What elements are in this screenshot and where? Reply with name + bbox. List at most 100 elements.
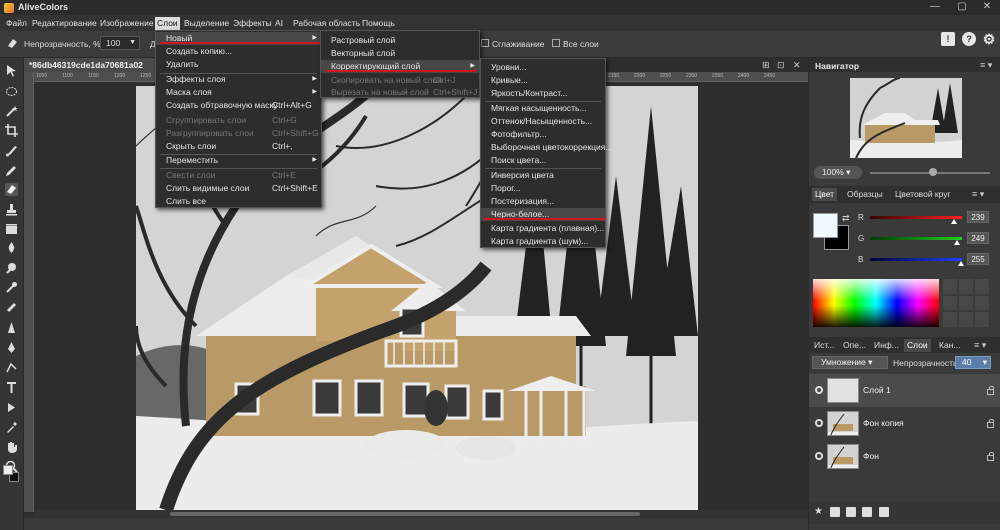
color-spectrum[interactable] bbox=[813, 279, 939, 327]
navigator-thumbnail[interactable] bbox=[850, 78, 962, 158]
blend-mode-select[interactable]: Умножение ▾ bbox=[812, 356, 888, 369]
menu-item-vibrance[interactable]: Мягкая насыщенность... bbox=[481, 102, 605, 115]
scrollbar-thumb[interactable] bbox=[170, 512, 640, 516]
channel-g-slider[interactable] bbox=[870, 237, 962, 240]
menu-select[interactable]: Выделение bbox=[182, 17, 231, 30]
magic-wand-icon[interactable] bbox=[5, 105, 18, 118]
swap-colors-icon[interactable]: ⇄ bbox=[842, 213, 850, 224]
menu-item-posterize[interactable]: Постеризация... bbox=[481, 195, 605, 208]
move-tool-icon[interactable] bbox=[5, 64, 18, 77]
tab-swatches[interactable]: Образцы bbox=[844, 188, 886, 201]
sharpen-icon[interactable] bbox=[5, 321, 18, 334]
panel-menu-icon[interactable]: ≡ ▾ bbox=[980, 60, 992, 71]
menu-item-levels[interactable]: Уровни... bbox=[481, 61, 605, 74]
eyedropper-icon[interactable] bbox=[5, 421, 18, 434]
effects-star-icon[interactable]: ★ bbox=[814, 507, 824, 517]
menu-item-move[interactable]: Переместить ▶ bbox=[156, 154, 321, 167]
menu-workspace[interactable]: Рабочая область bbox=[291, 17, 362, 30]
recent-colors-grid[interactable] bbox=[943, 279, 989, 327]
channel-b-handle[interactable] bbox=[958, 261, 964, 266]
smoothing-checkbox[interactable] bbox=[481, 39, 489, 47]
shape-icon[interactable] bbox=[5, 401, 18, 414]
menu-ai[interactable]: AI bbox=[273, 17, 285, 30]
pen-icon[interactable] bbox=[5, 341, 18, 354]
channel-b-slider[interactable] bbox=[870, 258, 962, 261]
visibility-eye-icon[interactable] bbox=[815, 452, 823, 460]
folder-icon[interactable] bbox=[846, 507, 856, 517]
help-icon[interactable]: ? bbox=[962, 32, 976, 46]
tab-operations[interactable]: Опе... bbox=[840, 339, 869, 352]
menu-item-merge-visible[interactable]: Слить видимые слои Ctrl+Shift+E bbox=[156, 182, 321, 195]
lock-icon[interactable] bbox=[987, 419, 994, 428]
lock-icon[interactable] bbox=[987, 452, 994, 461]
menu-item-hue-saturation[interactable]: Оттенок/Насыщенность... bbox=[481, 115, 605, 128]
channel-r-handle[interactable] bbox=[951, 219, 957, 224]
channel-r-slider[interactable] bbox=[870, 216, 962, 219]
close-button[interactable]: ✕ bbox=[974, 0, 1000, 15]
channel-g-value[interactable]: 249 bbox=[967, 232, 989, 244]
layer-row[interactable]: Фон bbox=[809, 440, 1000, 473]
menu-item-brightness-contrast[interactable]: Яркость/Контраст... bbox=[481, 87, 605, 100]
stamp-icon[interactable] bbox=[5, 203, 18, 216]
menu-item-merge-all[interactable]: Слить все bbox=[156, 195, 321, 208]
menu-item-photo-filter[interactable]: Фотофильтр... bbox=[481, 128, 605, 141]
foreground-color-swatch[interactable] bbox=[3, 465, 13, 475]
tab-layers[interactable]: Слои bbox=[904, 339, 931, 352]
crop-icon[interactable] bbox=[5, 124, 18, 137]
smudge-icon[interactable] bbox=[5, 261, 18, 274]
menu-item-layer-mask[interactable]: Маска слоя ▶ bbox=[156, 86, 321, 99]
channel-r-value[interactable]: 239 bbox=[967, 211, 989, 223]
mask-icon[interactable] bbox=[830, 507, 840, 517]
menu-item-gradient-map-smooth[interactable]: Карта градиента (плавная)... bbox=[481, 222, 605, 235]
hand-icon[interactable] bbox=[5, 440, 18, 453]
tab-channels[interactable]: Кан... bbox=[936, 339, 963, 352]
pencil-icon[interactable] bbox=[5, 164, 18, 177]
drop-icon[interactable] bbox=[5, 241, 18, 254]
channel-b-value[interactable]: 255 bbox=[967, 253, 989, 265]
dodge-icon[interactable] bbox=[5, 281, 18, 294]
tab-info[interactable]: Инф... bbox=[871, 339, 902, 352]
menu-item-layer-effects[interactable]: Эффекты слоя ▶ bbox=[156, 73, 321, 86]
tile-view-icon[interactable]: ⊞ bbox=[762, 60, 770, 71]
menu-item-vector-layer[interactable]: Векторный слой bbox=[321, 47, 479, 60]
opacity-input[interactable]: 100 ▼ bbox=[100, 36, 140, 50]
new-layer-icon[interactable] bbox=[862, 507, 872, 517]
eraser-icon[interactable] bbox=[5, 183, 18, 196]
visibility-eye-icon[interactable] bbox=[815, 419, 823, 427]
fill-icon[interactable] bbox=[5, 223, 18, 236]
panel-menu-icon[interactable]: ≡ ▾ bbox=[972, 189, 984, 200]
all-layers-checkbox[interactable] bbox=[552, 39, 560, 47]
ellipse-select-icon[interactable] bbox=[5, 85, 18, 98]
menu-help[interactable]: Помощь bbox=[360, 17, 397, 30]
tab-color[interactable]: Цвет bbox=[812, 188, 838, 201]
brush-icon[interactable] bbox=[5, 144, 18, 157]
layer-opacity-input[interactable]: 40 ▾ bbox=[955, 356, 991, 369]
menu-edit[interactable]: Редактирование bbox=[30, 17, 99, 30]
text-icon[interactable] bbox=[5, 381, 18, 394]
menu-item-invert[interactable]: Инверсия цвета bbox=[481, 169, 605, 182]
gear-icon[interactable]: ⚙ bbox=[982, 32, 996, 46]
menu-item-gradient-map-noise[interactable]: Карта градиента (шум)... bbox=[481, 235, 605, 248]
menu-layers[interactable]: Слои bbox=[155, 17, 180, 30]
healing-icon[interactable] bbox=[5, 301, 18, 314]
menu-item-threshold[interactable]: Порог... bbox=[481, 182, 605, 195]
menu-item-color-lookup[interactable]: Поиск цвета... bbox=[481, 154, 605, 167]
menu-item-curves[interactable]: Кривые... bbox=[481, 74, 605, 87]
menu-item-delete[interactable]: Удалить bbox=[156, 58, 321, 71]
layer-row[interactable]: Фон копия bbox=[809, 407, 1000, 440]
menu-item-duplicate[interactable]: Создать копию... bbox=[156, 45, 321, 58]
window-view-icon[interactable]: ⊡ bbox=[777, 60, 785, 71]
menu-item-clipping-mask[interactable]: Создать обтравочную маску Ctrl+Alt+G bbox=[156, 99, 321, 112]
lock-icon[interactable] bbox=[987, 386, 994, 395]
layer-row[interactable]: Слой 1 bbox=[809, 374, 1000, 407]
menu-effects[interactable]: Эффекты bbox=[231, 17, 274, 30]
zoom-slider-handle[interactable] bbox=[929, 168, 937, 176]
menu-item-hide-layers[interactable]: Скрыть слои Ctrl+, bbox=[156, 140, 321, 153]
tab-history[interactable]: Ист... bbox=[811, 339, 837, 352]
channel-g-handle[interactable] bbox=[954, 240, 960, 245]
menu-image[interactable]: Изображение bbox=[98, 17, 156, 30]
panel-menu-icon[interactable]: ≡ ▾ bbox=[974, 340, 986, 351]
minimize-button[interactable]: — bbox=[922, 0, 948, 15]
trash-icon[interactable] bbox=[879, 507, 889, 517]
alert-icon[interactable]: ! bbox=[941, 32, 955, 46]
